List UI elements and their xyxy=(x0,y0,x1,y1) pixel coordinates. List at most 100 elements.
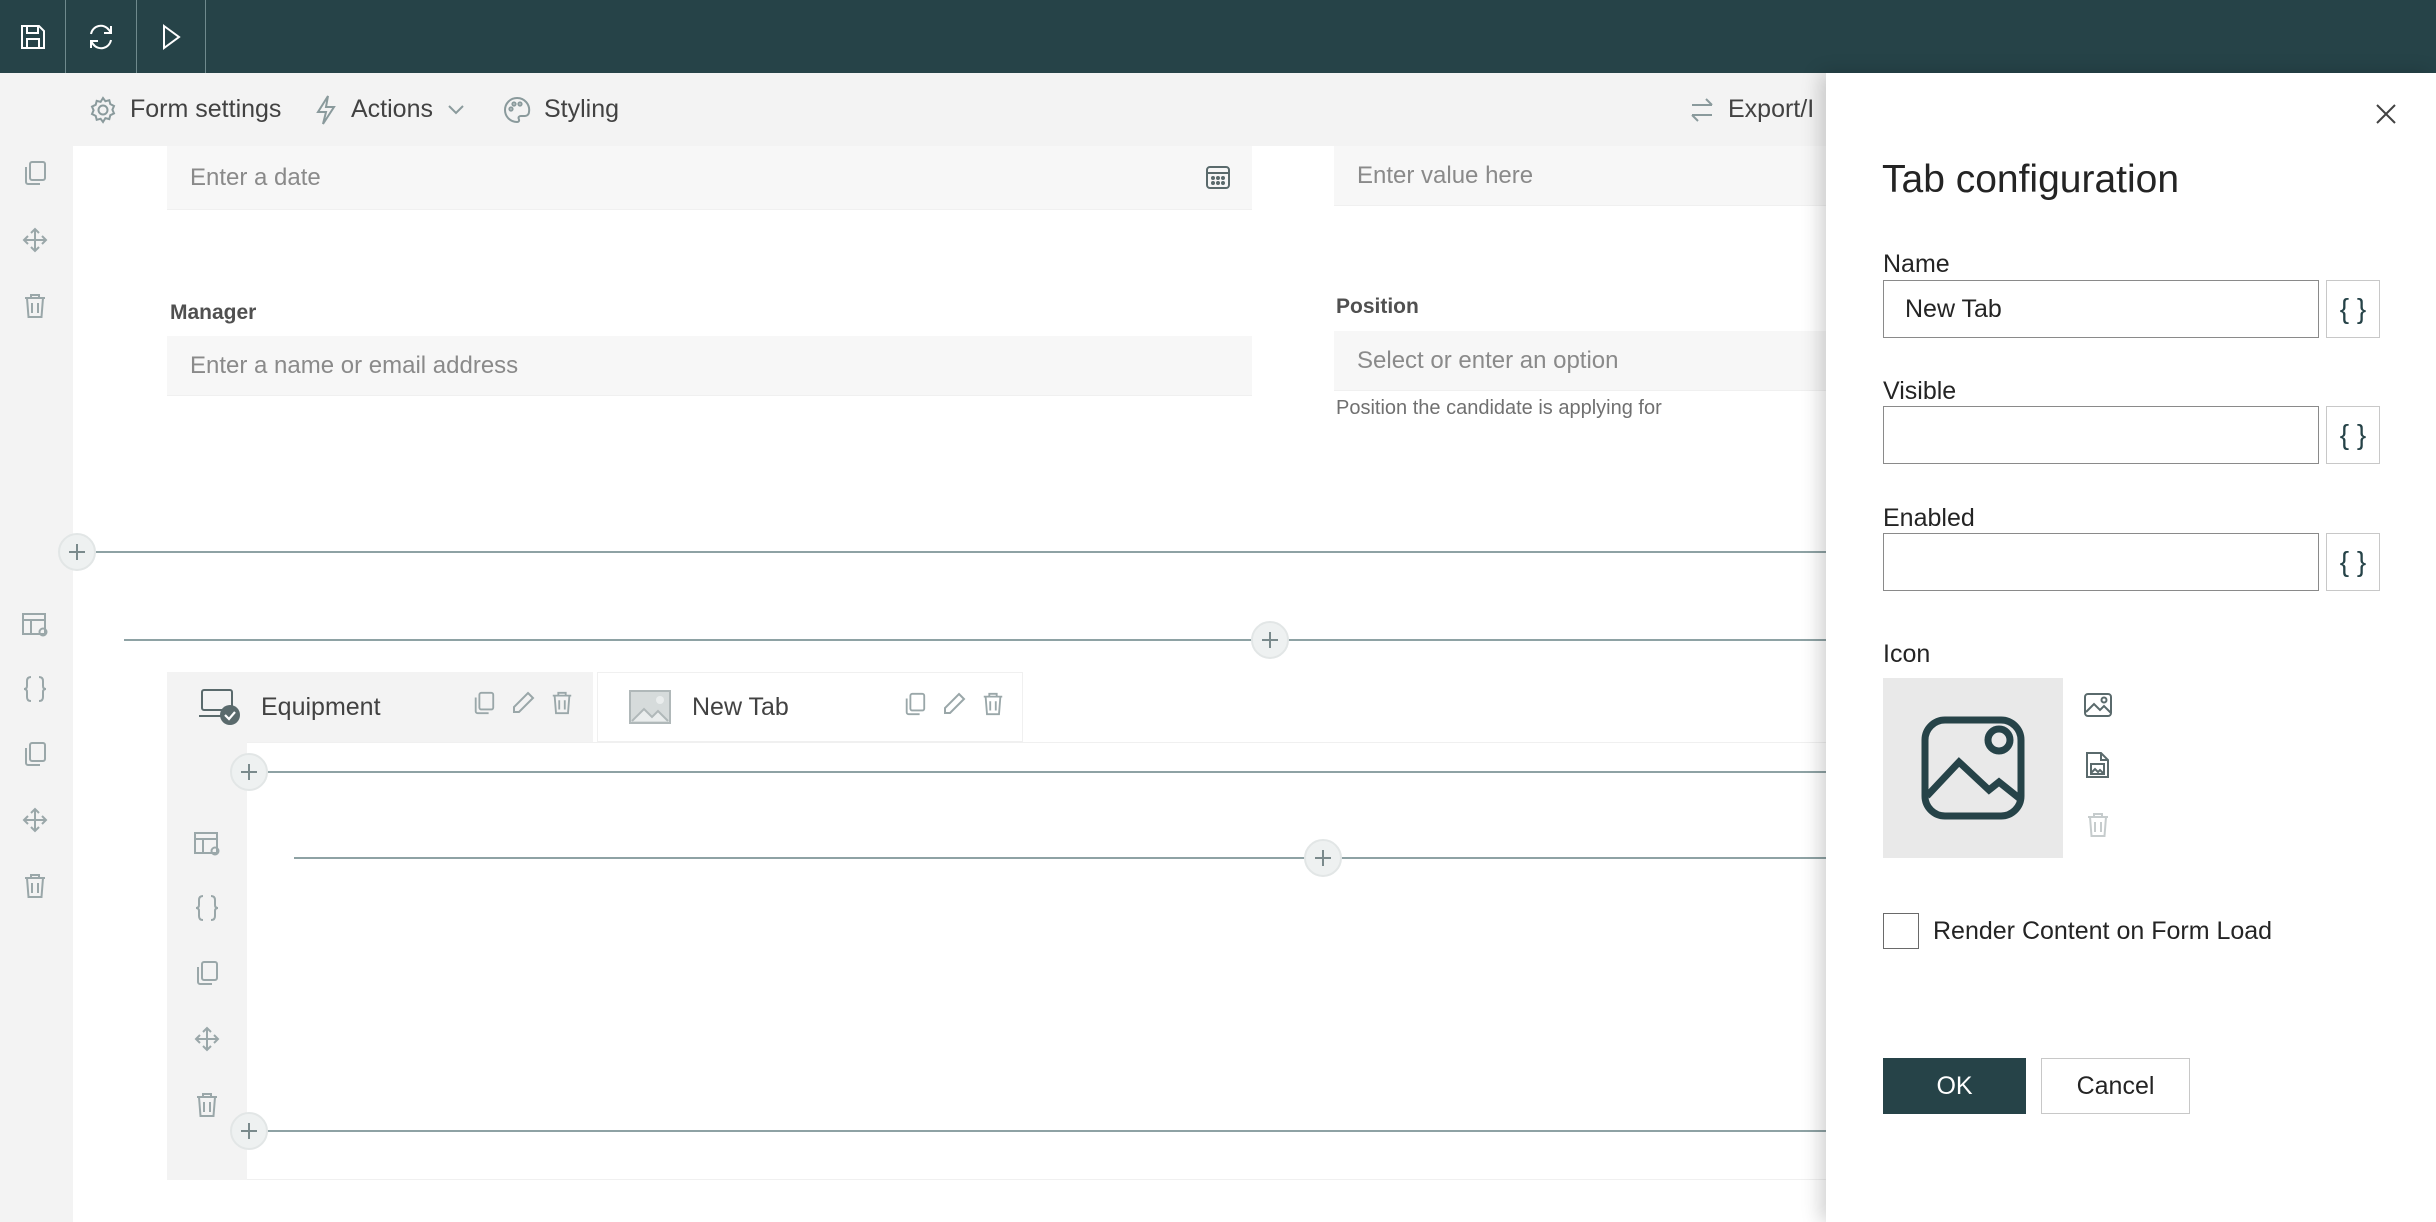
add-tab-bottom-section-button[interactable] xyxy=(230,1112,268,1150)
tab-row-divider xyxy=(294,857,1826,859)
export-import-label: Export/I xyxy=(1728,95,1815,123)
render-content-checkbox[interactable] xyxy=(1883,913,1919,949)
icon-preview xyxy=(1883,678,2063,858)
swap-icon xyxy=(1691,97,1713,122)
braces-icon xyxy=(23,676,47,702)
name-label: Name xyxy=(1883,250,1950,278)
position-combobox[interactable]: Select or enter an option xyxy=(1334,331,1826,391)
edit-icon[interactable] xyxy=(510,690,536,716)
upload-icon-button[interactable] xyxy=(2080,747,2116,783)
tab-section-divider xyxy=(248,771,1826,773)
position-placeholder: Select or enter an option xyxy=(1357,346,1619,374)
tab-panel xyxy=(167,742,1826,1180)
refresh-button[interactable] xyxy=(66,0,136,73)
trash-icon xyxy=(2088,813,2108,837)
run-button[interactable] xyxy=(137,0,205,73)
actions-label: Actions xyxy=(351,95,433,123)
styling-button[interactable]: Styling xyxy=(502,73,619,146)
row-divider xyxy=(124,639,1826,641)
actions-menu[interactable]: Actions xyxy=(313,73,465,146)
add-section-button[interactable] xyxy=(58,533,96,571)
toolbar-divider xyxy=(205,0,206,73)
enabled-label: Enabled xyxy=(1883,504,1975,532)
plus-icon xyxy=(1262,632,1278,648)
tab-new-tab[interactable]: New Tab xyxy=(597,672,1023,742)
tab-delete-button[interactable] xyxy=(187,1085,227,1125)
trash-icon xyxy=(25,294,45,318)
move-icon xyxy=(22,227,48,253)
plus-icon xyxy=(69,544,85,560)
visible-label: Visible xyxy=(1883,377,1957,405)
run-icon xyxy=(163,23,181,50)
export-import-button[interactable]: Export/I xyxy=(1688,73,1814,146)
name-expression-button[interactable]: { } xyxy=(2326,280,2380,338)
remove-icon-button[interactable] xyxy=(2080,807,2116,843)
move-container-button[interactable] xyxy=(15,800,55,840)
add-tab-row-button[interactable] xyxy=(1304,839,1342,877)
tab-equipment[interactable]: Equipment xyxy=(167,672,593,742)
chevron-down-icon xyxy=(448,104,464,114)
form-settings-label: Form settings xyxy=(130,95,282,123)
edit-icon[interactable] xyxy=(941,691,967,717)
copy-section-button[interactable] xyxy=(15,153,55,193)
name-input[interactable]: New Tab xyxy=(1883,280,2319,338)
styling-label: Styling xyxy=(544,95,620,123)
calendar-icon xyxy=(1206,166,1230,189)
date-input[interactable]: Enter a date xyxy=(167,146,1252,210)
close-button[interactable] xyxy=(2366,94,2406,134)
tab-table-settings-button[interactable] xyxy=(187,824,227,864)
visible-input[interactable] xyxy=(1883,406,2319,464)
palette-icon xyxy=(504,96,531,123)
form-settings-button[interactable]: Form settings xyxy=(88,73,281,146)
position-label: Position xyxy=(1336,295,1419,318)
top-bar xyxy=(0,0,2436,73)
manager-label: Manager xyxy=(170,301,257,324)
section-divider xyxy=(96,551,1826,553)
enabled-input[interactable] xyxy=(1883,533,2319,591)
value-placeholder: Enter value here xyxy=(1357,161,1534,189)
copy-icon[interactable] xyxy=(903,691,927,717)
trash-icon[interactable] xyxy=(550,690,574,716)
table-settings-icon xyxy=(22,613,48,637)
add-tab-section-button[interactable] xyxy=(230,753,268,791)
move-section-button[interactable] xyxy=(15,220,55,260)
ok-button[interactable]: OK xyxy=(1883,1058,2026,1114)
move-icon xyxy=(22,807,48,833)
select-icon-button[interactable] xyxy=(2080,687,2116,723)
plus-icon xyxy=(241,1123,257,1139)
tab-label-new-tab: New Tab xyxy=(692,692,789,721)
braces-icon xyxy=(195,895,219,921)
image-icon xyxy=(629,690,671,724)
image-icon xyxy=(1921,716,2025,820)
move-icon xyxy=(194,1026,220,1052)
calendar-button[interactable] xyxy=(1204,163,1232,191)
icon-label: Icon xyxy=(1883,640,1931,668)
visible-expression-button[interactable]: { } xyxy=(2326,406,2380,464)
close-icon xyxy=(2376,104,2396,124)
manager-placeholder: Enter a name or email address xyxy=(190,351,519,379)
tab-copy-button[interactable] xyxy=(187,953,227,993)
dialog-title: Tab configuration xyxy=(1882,158,2180,201)
tab-move-button[interactable] xyxy=(187,1019,227,1059)
enabled-expression-button[interactable]: { } xyxy=(2326,533,2380,591)
cancel-button[interactable]: Cancel xyxy=(2041,1058,2190,1114)
position-helper-text: Position the candidate is applying for xyxy=(1336,397,1662,419)
table-settings-button[interactable] xyxy=(15,605,55,645)
delete-container-button[interactable] xyxy=(15,866,55,906)
image-file-icon xyxy=(2086,752,2109,778)
table-settings-icon xyxy=(194,832,220,856)
trash-icon[interactable] xyxy=(981,691,1005,717)
trash-icon xyxy=(25,874,45,898)
delete-section-button[interactable] xyxy=(15,286,55,326)
copy-container-button[interactable] xyxy=(15,734,55,774)
copy-icon[interactable] xyxy=(472,690,496,716)
expression-button[interactable] xyxy=(15,669,55,709)
tab-expression-button[interactable] xyxy=(187,888,227,928)
manager-input[interactable]: Enter a name or email address xyxy=(167,336,1252,396)
copy-icon xyxy=(25,742,46,766)
tab-bottom-divider xyxy=(248,1130,1826,1132)
image-icon xyxy=(2084,693,2112,717)
add-row-button[interactable] xyxy=(1251,621,1289,659)
save-button[interactable] xyxy=(0,0,66,73)
value-input[interactable]: Enter value here xyxy=(1334,146,1826,206)
